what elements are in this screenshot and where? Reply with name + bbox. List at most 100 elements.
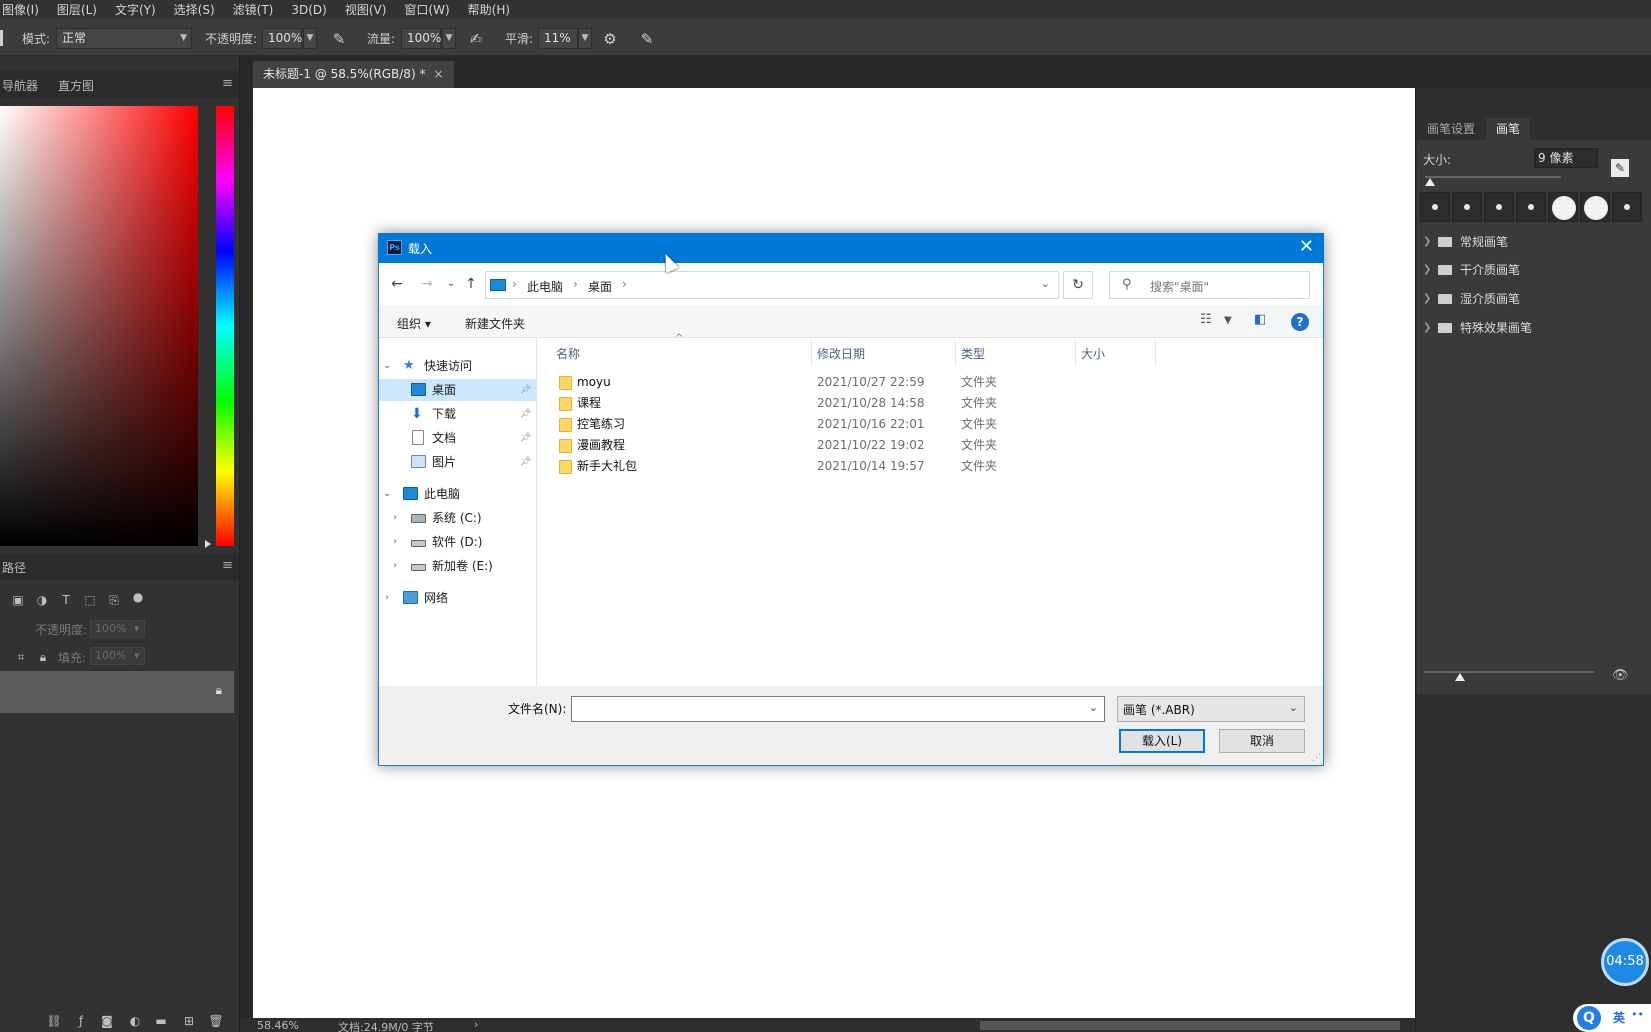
gear-icon[interactable]: ⚙ (600, 29, 620, 49)
brush-preset-7[interactable] (1612, 192, 1642, 222)
pressure-opacity-icon[interactable]: ✎ (329, 29, 349, 49)
back-arrow-icon[interactable]: ← (389, 276, 405, 292)
filter-toggle-icon[interactable]: ● (129, 588, 147, 606)
layer-opacity-dropdown[interactable]: ▾ (131, 620, 145, 638)
help-button[interactable]: ? (1291, 313, 1309, 331)
brush-edit-icon[interactable]: ✎ (1611, 159, 1629, 177)
document-tab[interactable]: 未标题-1 @ 58.5%(RGB/8) * × (253, 61, 454, 88)
ime-more-icon[interactable]: •• (1631, 1008, 1644, 1021)
brush-folder-general[interactable]: ❯ 常规画笔 (1417, 228, 1651, 256)
opacity-input[interactable]: 100% (262, 28, 302, 49)
link-layers-icon[interactable]: ⛓ (45, 1012, 63, 1030)
chevron-right-icon[interactable]: ❯ (1423, 285, 1431, 313)
brush-preset-6[interactable] (1580, 192, 1610, 222)
new-folder-button[interactable]: 新建文件夹 (465, 315, 525, 332)
slider-handle-icon[interactable] (1425, 178, 1435, 186)
color-slider-marker[interactable] (205, 540, 211, 548)
column-header-size[interactable]: 大小 (1081, 345, 1105, 362)
column-divider[interactable] (1075, 340, 1076, 366)
menu-item-layer[interactable]: 图层(L) (47, 1, 105, 18)
chevron-right-icon[interactable]: › (622, 277, 627, 291)
pin-icon[interactable]: 📌︎ (520, 427, 531, 449)
color-picker-field[interactable] (0, 106, 198, 546)
close-icon[interactable]: × (433, 67, 443, 81)
menu-item-image[interactable]: 图像(I) (0, 1, 47, 18)
chevron-right-icon[interactable]: › (393, 531, 397, 553)
tree-item-drive-c[interactable]: › 系统 (C:) (379, 507, 536, 529)
cancel-button[interactable]: 取消 (1219, 729, 1305, 753)
pin-icon[interactable]: 📌︎ (520, 379, 531, 401)
airbrush-icon[interactable]: ✍ (466, 29, 486, 49)
organize-button[interactable]: 组织 ▾ (397, 315, 431, 332)
chevron-right-icon[interactable]: › (393, 507, 397, 529)
chevron-right-icon[interactable]: › (573, 277, 578, 291)
brush-preset-4[interactable] (1516, 192, 1546, 222)
brush-preset-2[interactable] (1452, 192, 1482, 222)
up-arrow-icon[interactable]: ↑ (463, 276, 479, 292)
column-divider[interactable] (811, 340, 812, 366)
layer-row-background[interactable]: 🔒︎ (0, 671, 234, 713)
chevron-right-icon[interactable]: › (393, 555, 397, 577)
panel-menu-icon[interactable]: ≡ (222, 76, 233, 91)
file-row[interactable]: 课程 2021/10/28 14:58 文件夹 (553, 393, 1153, 414)
pressure-size-icon[interactable]: ✎ (637, 29, 657, 49)
timer-badge[interactable]: 04:58 (1601, 938, 1649, 986)
tree-item-drive-e[interactable]: › 新加卷 (E:) (379, 555, 536, 577)
tree-item-network[interactable]: › 网络 (379, 587, 536, 609)
search-input[interactable]: ⚲ 搜索"桌面" (1109, 271, 1310, 299)
lock-icon[interactable]: 🔒︎ (34, 648, 52, 666)
load-button[interactable]: 载入(L) (1119, 729, 1205, 753)
smart-object-filter-icon[interactable]: ⎘ (105, 591, 123, 609)
column-header-date[interactable]: 修改日期 (817, 345, 865, 362)
tree-item-quick-access[interactable]: ⌄ ★ 快速访问 (379, 355, 536, 377)
tab-brush-settings[interactable]: 画笔设置 (1417, 118, 1486, 140)
chevron-right-icon[interactable]: › (385, 587, 389, 609)
slider-handle-icon[interactable] (1455, 673, 1465, 681)
tab-brushes[interactable]: 画笔 (1486, 118, 1531, 140)
chevron-down-icon[interactable]: ⌄ (1041, 277, 1050, 290)
layer-fill-input[interactable]: 100% (90, 647, 130, 665)
filename-input[interactable]: ⌄ (571, 696, 1105, 722)
type-filter-icon[interactable]: T (57, 591, 75, 609)
menu-item-type[interactable]: 文字(Y) (105, 1, 164, 18)
menu-item-3d[interactable]: 3D(D) (281, 3, 334, 17)
layer-opacity-input[interactable]: 100% (90, 620, 130, 638)
pin-icon[interactable]: 📌︎ (520, 403, 531, 425)
flow-dropdown[interactable]: ▼ (442, 28, 456, 49)
menu-item-view[interactable]: 视图(V) (335, 1, 395, 18)
tab-navigator[interactable]: 导航器 (2, 77, 38, 94)
file-row[interactable]: 漫画教程 2021/10/22 19:02 文件夹 (553, 435, 1153, 456)
brush-folder-special-effects[interactable]: ❯ 特殊效果画笔 (1417, 314, 1651, 342)
chevron-right-icon[interactable]: › (512, 277, 517, 291)
brush-preset-1[interactable] (1420, 192, 1450, 222)
tree-item-pictures[interactable]: 图片 📌︎ (379, 451, 536, 473)
tree-item-documents[interactable]: 文档 📌︎ (379, 427, 536, 449)
tab-paths[interactable]: 路径 (2, 559, 26, 576)
ime-language[interactable]: 英 (1613, 1009, 1625, 1026)
chevron-down-icon[interactable]: ⌄ (383, 483, 391, 505)
file-row[interactable]: 新手大礼包 2021/10/14 19:57 文件夹 (553, 456, 1153, 477)
breadcrumb-this-pc[interactable]: 此电脑 (527, 278, 563, 295)
tree-item-downloads[interactable]: ⬇ 下载 📌︎ (379, 403, 536, 425)
tool-preset-edge[interactable] (0, 30, 3, 46)
breadcrumb-desktop[interactable]: 桌面 (588, 278, 612, 295)
refresh-button[interactable]: ↻ (1063, 271, 1093, 299)
adjustment-filter-icon[interactable]: ◑ (33, 591, 51, 609)
group-folder-icon[interactable]: ▬ (152, 1012, 170, 1030)
fx-icon[interactable]: ƒ (72, 1012, 90, 1030)
file-row[interactable]: moyu 2021/10/27 22:59 文件夹 (553, 372, 1153, 393)
chevron-right-icon[interactable]: ❯ (1423, 228, 1431, 256)
menu-item-help[interactable]: 帮助(H) (458, 1, 518, 18)
menu-item-select[interactable]: 选择(S) (164, 1, 223, 18)
opacity-dropdown[interactable]: ▼ (303, 28, 317, 49)
dialog-titlebar[interactable]: Ps 载入 ✕ (378, 233, 1324, 263)
column-divider[interactable] (955, 340, 956, 366)
file-row[interactable]: 控笔练习 2021/10/16 22:01 文件夹 (553, 414, 1153, 435)
flow-input[interactable]: 100% (401, 28, 441, 49)
chevron-down-icon[interactable]: ▼ (1224, 315, 1232, 326)
brush-preset-5[interactable] (1548, 192, 1578, 222)
tab-histogram[interactable]: 直方图 (58, 77, 94, 94)
pin-icon[interactable]: 📌︎ (520, 451, 531, 473)
recent-locations-chevron-icon[interactable]: ⌄ (443, 276, 459, 292)
chevron-down-icon[interactable]: ⌄ (383, 355, 391, 377)
